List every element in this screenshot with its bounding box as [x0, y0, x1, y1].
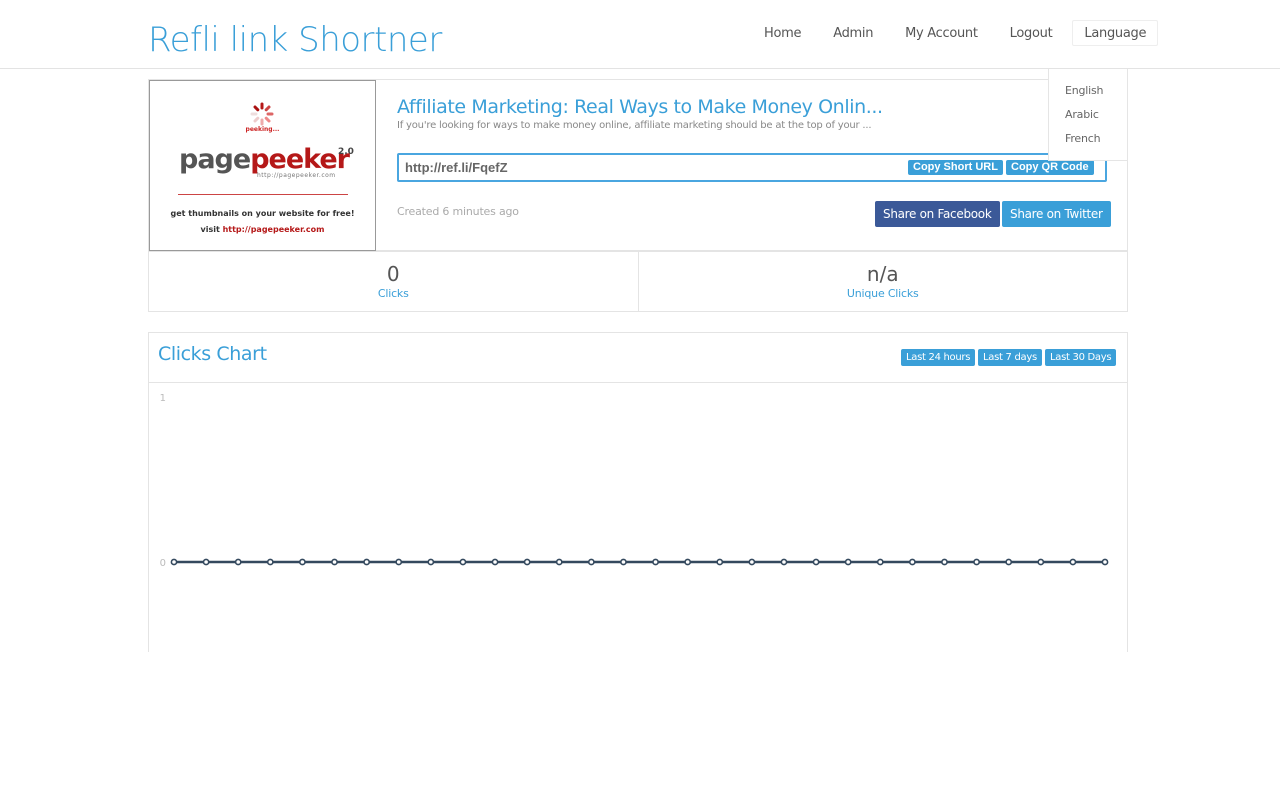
data-point[interactable] — [941, 558, 948, 566]
site-thumbnail: peeking... pagepeeker 2.0 http://pagepee… — [149, 80, 376, 251]
data-point[interactable] — [908, 558, 916, 566]
nav-logout[interactable]: Logout — [998, 20, 1065, 46]
clicks-label: Clicks — [377, 287, 409, 300]
data-point[interactable] — [1101, 558, 1109, 566]
data-point[interactable] — [555, 558, 563, 566]
y-tick-label: 1 — [160, 393, 166, 404]
loading-spinner-icon — [250, 102, 274, 126]
y-tick-label: 0 — [160, 558, 166, 569]
data-point[interactable] — [748, 558, 756, 566]
data-point[interactable] — [684, 558, 692, 566]
thumbnail-visit-line: visit http://pagepeeker.com — [200, 225, 325, 234]
created-timestamp: Created 6 minutes ago — [397, 205, 519, 218]
data-point[interactable] — [844, 558, 852, 566]
clicks-count: 0 — [386, 262, 400, 286]
clicks-stat: 0 Clicks — [149, 252, 638, 311]
data-point[interactable] — [1005, 558, 1013, 566]
pagepeeker-site: http://pagepeeker.com — [257, 172, 336, 179]
unique-clicks-label: Unique Clicks — [846, 287, 919, 300]
thumbnail-promo-line: get thumbnails on your website for free! — [170, 209, 355, 218]
data-point[interactable] — [780, 558, 788, 566]
copy-qr-code-button[interactable]: Copy QR Code — [1006, 160, 1094, 175]
data-point[interactable] — [234, 558, 242, 566]
link-title[interactable]: Affiliate Marketing: Real Ways to Make M… — [397, 95, 883, 119]
data-point[interactable] — [876, 558, 884, 566]
clicks-line-chart: 10 — [160, 393, 1109, 569]
pagepeeker-logo: pagepeeker — [179, 144, 350, 175]
chart-title: Clicks Chart — [158, 343, 267, 365]
nav-admin[interactable]: Admin — [821, 20, 885, 46]
thumbnail-divider — [178, 194, 348, 195]
data-point[interactable] — [523, 558, 531, 566]
peeking-text: peeking... — [245, 126, 280, 133]
data-point[interactable] — [491, 558, 499, 566]
unique-clicks-stat: n/a Unique Clicks — [637, 252, 1128, 311]
data-point[interactable] — [1037, 558, 1045, 566]
data-point[interactable] — [587, 558, 595, 566]
nav-home[interactable]: Home — [752, 20, 813, 46]
share-facebook-button[interactable]: Share on Facebook — [875, 201, 1000, 227]
range-last-24-hours-button[interactable]: Last 24 hours — [901, 349, 976, 366]
data-point[interactable] — [331, 558, 338, 566]
pagepeeker-version: 2.0 — [338, 147, 354, 157]
stats-bar: 0 Clicks n/a Unique Clicks — [148, 251, 1128, 312]
language-arabic[interactable]: Arabic — [1049, 105, 1127, 129]
data-point[interactable] — [716, 558, 724, 566]
copy-short-url-button[interactable]: Copy Short URL — [908, 160, 1003, 175]
share-twitter-button[interactable]: Share on Twitter — [1002, 201, 1111, 227]
data-point[interactable] — [459, 558, 467, 566]
top-navbar: Refli link Shortner Home Admin My Accoun… — [0, 0, 1280, 69]
language-menu: English Arabic French — [1048, 69, 1128, 161]
short-url-text[interactable]: http://ref.li/FqefZ — [405, 160, 508, 175]
data-point[interactable] — [1069, 558, 1077, 566]
data-point[interactable] — [427, 558, 435, 566]
data-point[interactable] — [202, 558, 210, 566]
main-nav: Home Admin My Account Logout Language — [752, 20, 1159, 46]
range-last-7-days-button[interactable]: Last 7 days — [978, 349, 1042, 366]
data-point[interactable] — [620, 558, 627, 566]
data-point[interactable] — [973, 558, 980, 566]
nav-language-dropdown[interactable]: Language — [1072, 20, 1159, 46]
nav-my-account[interactable]: My Account — [893, 20, 990, 46]
unique-clicks-count: n/a — [866, 262, 899, 286]
data-point[interactable] — [363, 558, 371, 566]
link-description: If you're looking for ways to make money… — [397, 120, 872, 131]
range-last-30-days-button[interactable]: Last 30 Days — [1045, 349, 1117, 366]
short-url-field[interactable]: http://ref.li/FqefZ Copy Short URL Copy … — [397, 153, 1107, 182]
brand-logo[interactable]: Refli link Shortner — [148, 18, 442, 62]
language-english[interactable]: English — [1049, 81, 1127, 105]
data-point[interactable] — [299, 558, 306, 566]
chart-panel-header: Clicks Chart Last 24 hours Last 7 days L… — [149, 333, 1127, 383]
data-point[interactable] — [395, 558, 403, 566]
data-point[interactable] — [266, 558, 274, 566]
link-info-card: peeking... pagepeeker 2.0 http://pagepee… — [148, 79, 1128, 251]
language-french[interactable]: French — [1049, 129, 1127, 153]
data-point[interactable] — [812, 558, 820, 566]
data-point[interactable] — [652, 558, 659, 566]
data-point[interactable] — [170, 558, 178, 566]
clicks-chart-panel: Clicks Chart Last 24 hours Last 7 days L… — [148, 332, 1128, 652]
